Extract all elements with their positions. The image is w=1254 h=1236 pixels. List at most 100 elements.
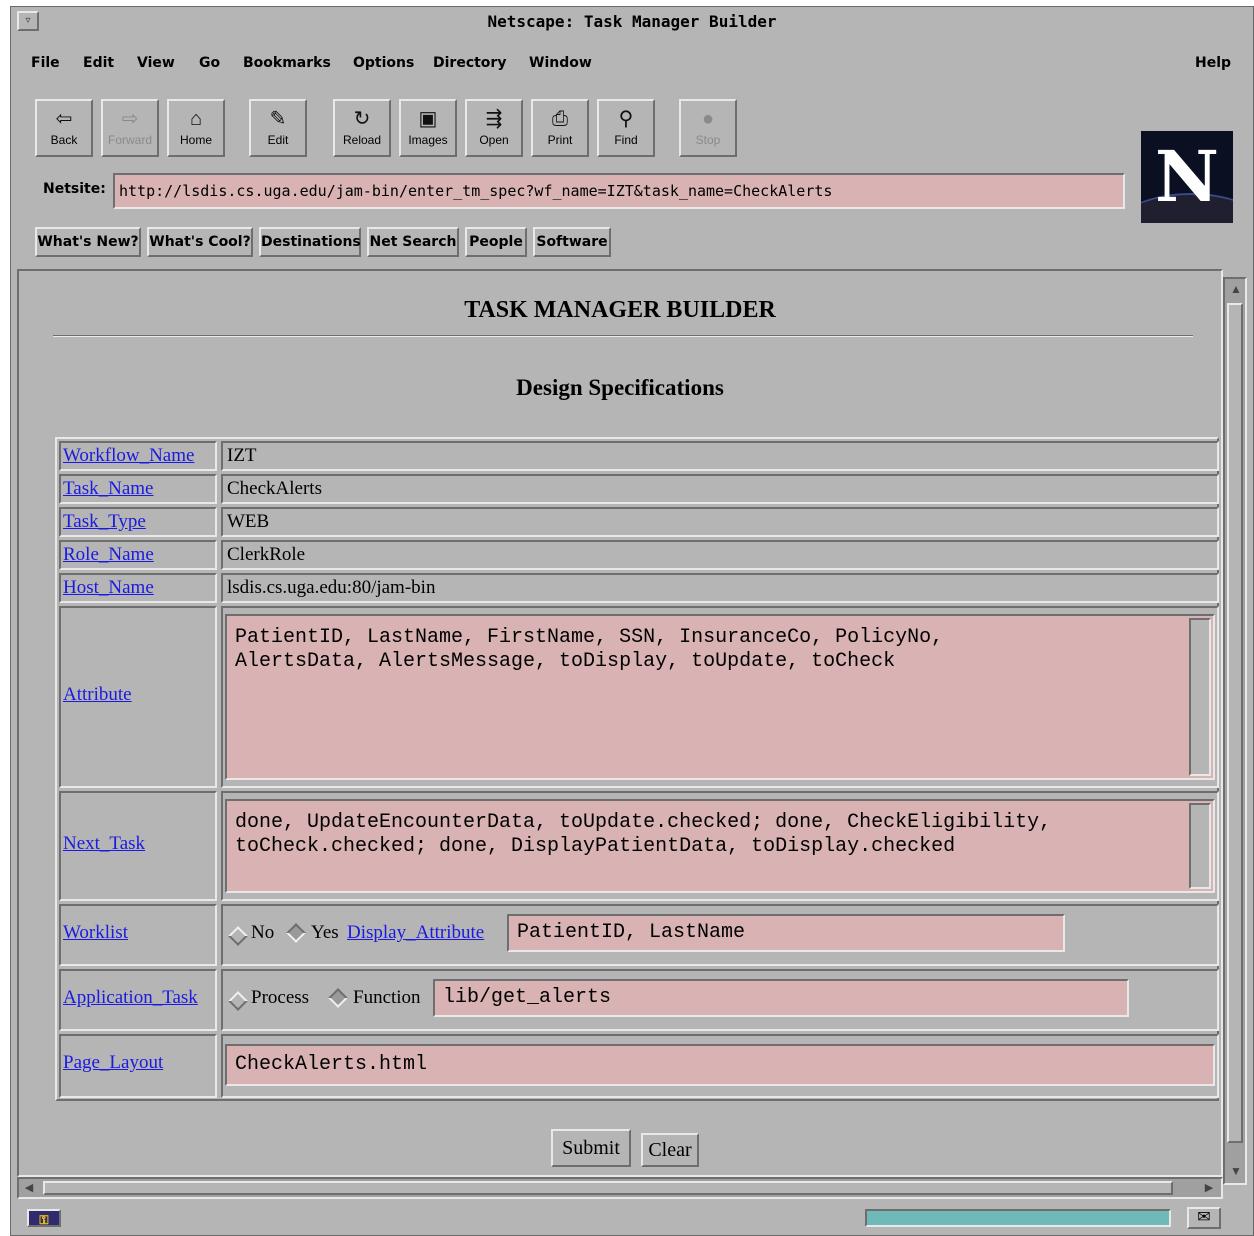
- next-task-textarea[interactable]: done, UpdateEncounterData, toUpdate.chec…: [225, 799, 1215, 893]
- worklist-yes-label: Yes: [311, 922, 339, 943]
- workflow-name-link[interactable]: Workflow_Name: [63, 445, 194, 467]
- horizontal-scrollbar[interactable]: ◀ ▶: [17, 1177, 1223, 1199]
- value-cell: CheckAlerts.html: [221, 1034, 1219, 1098]
- horizontal-scroll-thumb[interactable]: [43, 1181, 1173, 1195]
- whats-cool-button[interactable]: What's Cool?: [147, 227, 253, 257]
- page-layout-input[interactable]: CheckAlerts.html: [225, 1044, 1215, 1086]
- value-cell: lsdis.cs.uga.edu:80/jam-bin: [221, 573, 1219, 603]
- reload-button[interactable]: ↻ Reload: [333, 99, 391, 157]
- process-label: Process: [251, 987, 310, 1008]
- print-button[interactable]: ⎙ Print: [531, 99, 589, 157]
- home-label: Home: [179, 133, 212, 147]
- forward-button[interactable]: ⇨ Forward: [101, 99, 159, 157]
- table-row: Attribute PatientID, LastName, FirstName…: [59, 606, 1219, 788]
- home-icon: ⌂: [189, 108, 203, 130]
- application-task-input[interactable]: lib/get_alerts: [433, 979, 1129, 1017]
- table-row: Page_Layout CheckAlerts.html: [59, 1034, 1219, 1098]
- page-content: TASK MANAGER BUILDER Design Specificatio…: [17, 269, 1223, 1177]
- menu-file[interactable]: File: [31, 55, 60, 71]
- key-icon[interactable]: ⚿: [27, 1209, 61, 1227]
- task-name-link[interactable]: Task_Name: [63, 478, 153, 500]
- label-cell: Application_Task: [59, 969, 217, 1031]
- whats-new-button[interactable]: What's New?: [35, 227, 141, 257]
- forward-arrow-icon: ⇨: [121, 108, 139, 130]
- edit-button[interactable]: ✎ Edit: [249, 99, 307, 157]
- table-row: Task_Type WEB: [59, 507, 1219, 537]
- find-button[interactable]: ⚲ Find: [597, 99, 655, 157]
- process-radio[interactable]: [228, 991, 248, 1011]
- worklist-yes-radio[interactable]: [286, 923, 306, 943]
- software-button[interactable]: Software: [533, 227, 611, 257]
- worklist-link[interactable]: Worklist: [63, 922, 128, 944]
- function-radio[interactable]: [328, 988, 348, 1008]
- worklist-no-radio[interactable]: [228, 926, 248, 946]
- back-label: Back: [50, 133, 78, 147]
- location-label: Netsite:: [43, 181, 106, 197]
- window-title: Netscape: Task Manager Builder: [487, 12, 777, 31]
- task-type-value: WEB: [227, 511, 270, 532]
- title-bar: ▿ Netscape: Task Manager Builder: [11, 7, 1253, 37]
- attribute-scrollbar[interactable]: [1189, 618, 1211, 776]
- menu-view[interactable]: View: [137, 55, 175, 71]
- status-bar: ⚿ ✉: [17, 1203, 1247, 1233]
- home-button[interactable]: ⌂ Home: [167, 99, 225, 157]
- value-cell: Process Function lib/get_alerts: [221, 969, 1219, 1031]
- label-cell: Role_Name: [59, 540, 217, 570]
- netscape-logo[interactable]: N: [1141, 131, 1233, 223]
- stop-label: Stop: [695, 133, 721, 147]
- menu-directory[interactable]: Directory: [433, 55, 506, 71]
- images-label: Images: [408, 133, 448, 147]
- edit-label: Edit: [267, 133, 289, 147]
- vertical-scrollbar[interactable]: ▲ ▼: [1223, 277, 1247, 1185]
- page-title: TASK MANAGER BUILDER: [464, 297, 776, 323]
- clear-button[interactable]: Clear: [641, 1133, 699, 1167]
- open-icon: ⇶: [485, 108, 503, 130]
- menu-bookmarks[interactable]: Bookmarks: [243, 55, 331, 71]
- worklist-no-label: No: [251, 922, 275, 943]
- role-name-link[interactable]: Role_Name: [63, 544, 154, 566]
- net-search-button[interactable]: Net Search: [367, 227, 459, 257]
- value-cell: No Yes Display_Attribute PatientID, Last…: [221, 904, 1219, 966]
- attribute-link[interactable]: Attribute: [63, 684, 132, 706]
- menu-help[interactable]: Help: [1195, 55, 1231, 71]
- next-task-text: done, UpdateEncounterData, toUpdate.chec…: [235, 811, 1052, 858]
- destinations-button[interactable]: Destinations: [259, 227, 361, 257]
- open-button[interactable]: ⇶ Open: [465, 99, 523, 157]
- mail-icon[interactable]: ✉: [1187, 1207, 1221, 1229]
- menu-options[interactable]: Options: [353, 55, 414, 71]
- table-row: Host_Name lsdis.cs.uga.edu:80/jam-bin: [59, 573, 1219, 603]
- application-task-link[interactable]: Application_Task: [63, 987, 198, 1009]
- stop-button[interactable]: ● Stop: [679, 99, 737, 157]
- vertical-scroll-thumb[interactable]: [1227, 303, 1243, 1143]
- task-type-link[interactable]: Task_Type: [63, 511, 146, 533]
- value-cell: CheckAlerts: [221, 474, 1219, 504]
- page-subtitle: Design Specifications: [516, 375, 724, 400]
- attribute-textarea[interactable]: PatientID, LastName, FirstName, SSN, Ins…: [225, 614, 1215, 780]
- menu-edit[interactable]: Edit: [83, 55, 114, 71]
- next-task-link[interactable]: Next_Task: [63, 833, 145, 855]
- title-divider: [53, 335, 1193, 337]
- table-row: Application_Task Process Function lib/ge…: [59, 969, 1219, 1031]
- display-attribute-link[interactable]: Display_Attribute: [347, 922, 484, 944]
- display-attribute-input[interactable]: PatientID, LastName: [507, 914, 1065, 952]
- people-button[interactable]: People: [465, 227, 527, 257]
- host-name-link[interactable]: Host_Name: [63, 577, 154, 599]
- table-row: Worklist No Yes Display_Attribute Patien…: [59, 904, 1219, 966]
- scroll-left-icon[interactable]: ◀: [21, 1181, 37, 1195]
- role-name-value: ClerkRole: [227, 544, 306, 565]
- forward-label: Forward: [107, 133, 152, 147]
- submit-button[interactable]: Submit: [551, 1129, 631, 1167]
- url-field[interactable]: http://lsdis.cs.uga.edu/jam-bin/enter_tm…: [113, 173, 1125, 209]
- menu-go[interactable]: Go: [199, 55, 220, 71]
- scroll-right-icon[interactable]: ▶: [1201, 1181, 1217, 1195]
- label-cell: Workflow_Name: [59, 441, 217, 471]
- page-layout-link[interactable]: Page_Layout: [63, 1052, 163, 1074]
- scroll-up-icon[interactable]: ▲: [1228, 281, 1244, 297]
- menu-window[interactable]: Window: [529, 55, 592, 71]
- images-button[interactable]: ▣ Images: [399, 99, 457, 157]
- next-task-scrollbar[interactable]: [1189, 803, 1211, 889]
- scroll-down-icon[interactable]: ▼: [1228, 1163, 1244, 1179]
- table-row: Workflow_Name IZT: [59, 441, 1219, 471]
- table-row: Task_Name CheckAlerts: [59, 474, 1219, 504]
- back-button[interactable]: ⇦ Back: [35, 99, 93, 157]
